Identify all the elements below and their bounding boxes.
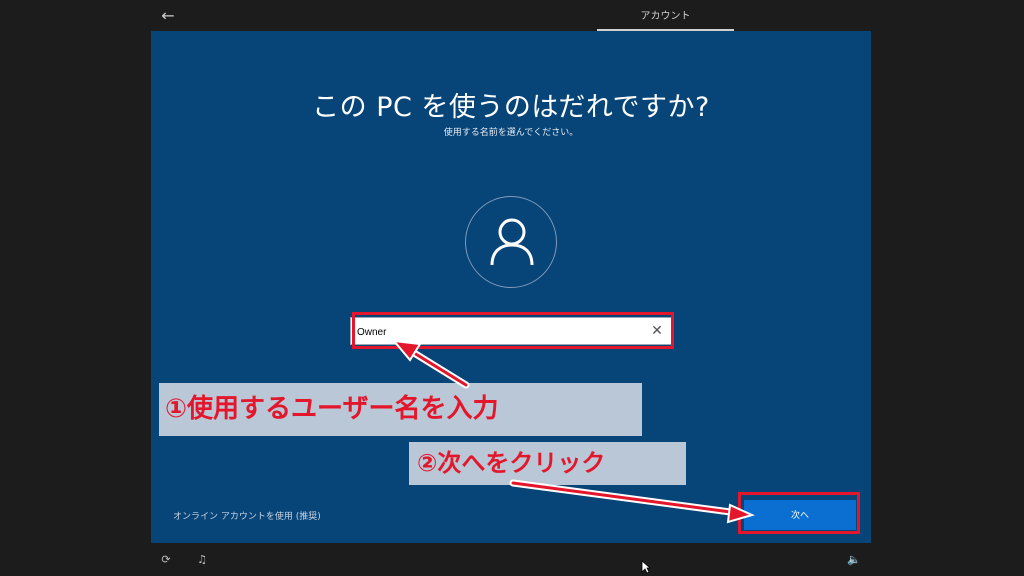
volume-icon[interactable]: 🔈 <box>846 552 862 568</box>
arrow-to-next <box>509 479 755 524</box>
microphone-icon[interactable]: ♫ <box>194 552 210 568</box>
accessibility-icon[interactable]: ⟳ <box>158 552 174 568</box>
mouse-cursor-icon <box>641 560 651 574</box>
arrow-to-input <box>391 339 470 389</box>
annotation-arrows <box>391 339 755 524</box>
setup-window: ← アカウント この PC を使うのはだれですか? 使用する名前を選んでください… <box>0 0 1024 576</box>
